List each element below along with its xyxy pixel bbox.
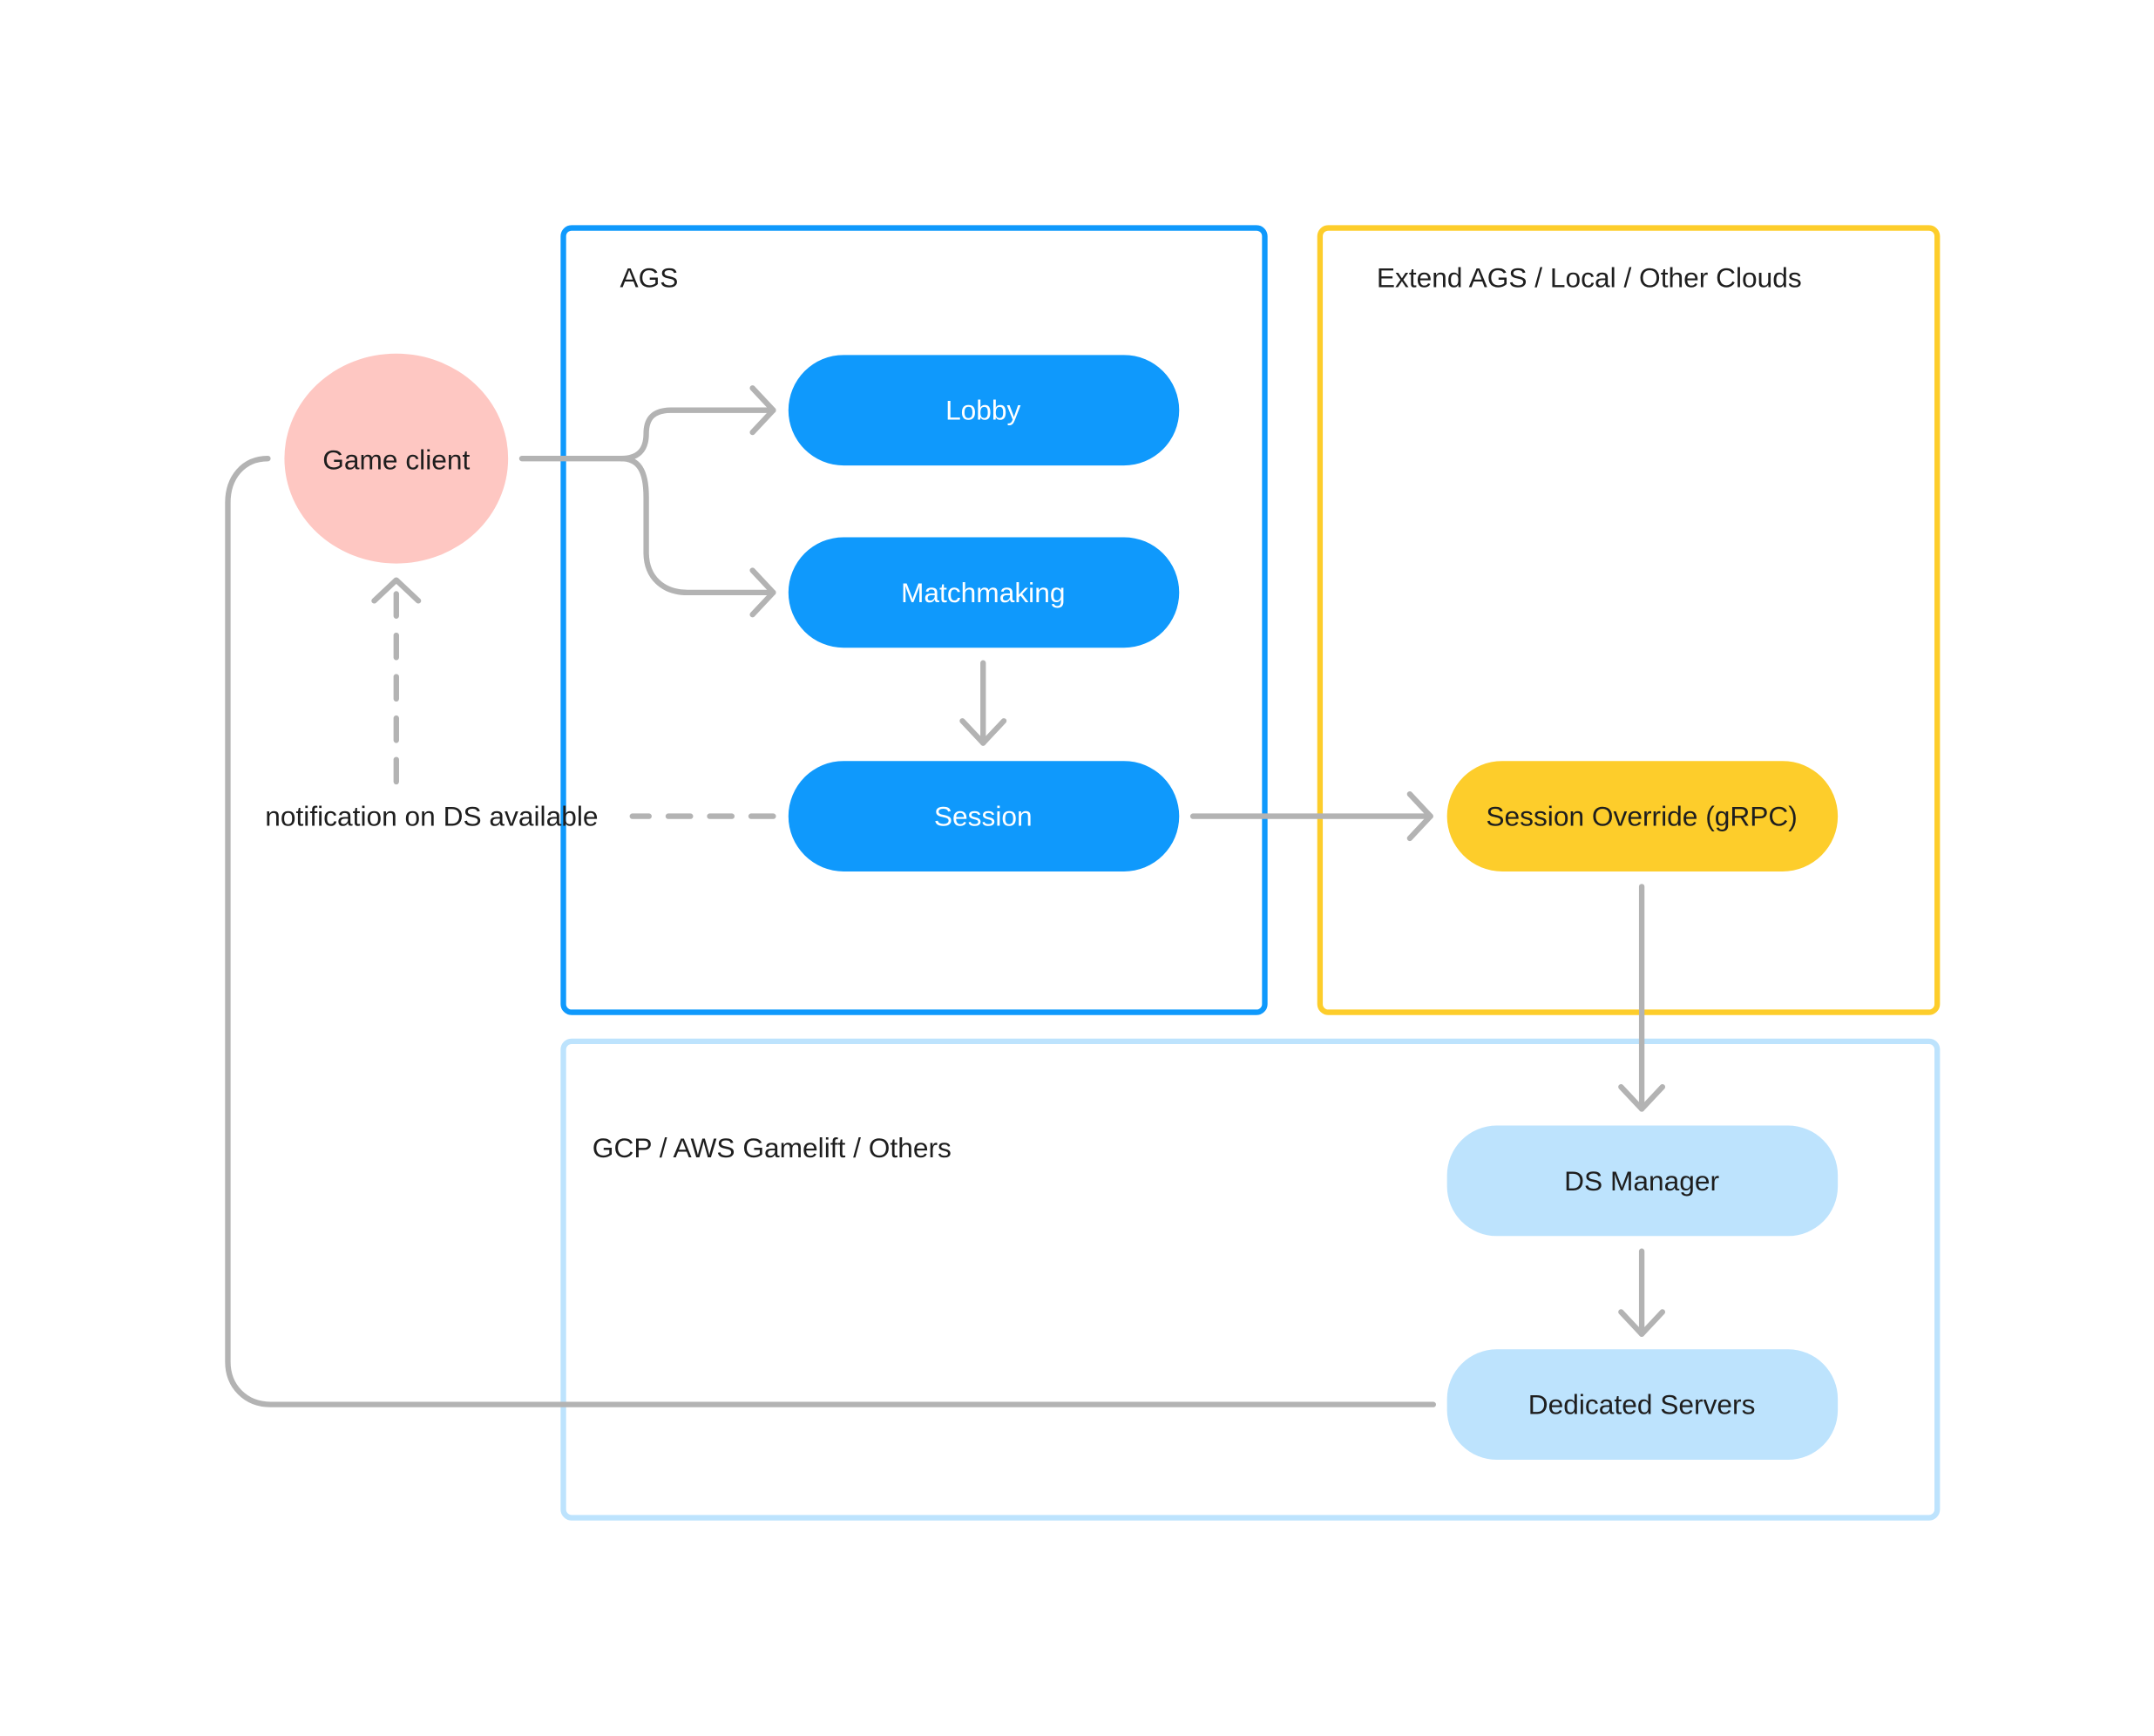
node-session[interactable]: Session — [788, 761, 1180, 871]
group-extend — [1317, 225, 1941, 1015]
session-label: Session — [934, 801, 1033, 832]
notification-label: notification on DS available — [265, 801, 598, 832]
matchmaking-label: Matchmaking — [901, 577, 1065, 608]
node-dedicated-servers[interactable]: Dedicated Servers — [1446, 1349, 1839, 1461]
node-ds-manager[interactable]: DS Manager — [1446, 1125, 1839, 1237]
dedicated-servers-label: Dedicated Servers — [1528, 1389, 1756, 1421]
edge-client-to-lobby — [518, 407, 776, 462]
node-session-override[interactable]: Session Override (gRPC) — [1446, 761, 1839, 871]
ds-manager-label: DS Manager — [1564, 1165, 1719, 1197]
node-lobby[interactable]: Lobby — [788, 355, 1180, 466]
architecture-diagram: AGS Extend AGS / Local / Other Clouds GC… — [225, 225, 1941, 1521]
group-cloud-label: GCP / AWS Gamelift / Others — [593, 1132, 952, 1163]
node-matchmaking[interactable]: Matchmaking — [788, 537, 1180, 648]
edge-client-to-matchmaking — [618, 455, 776, 596]
session-override-label: Session Override (gRPC) — [1486, 801, 1797, 832]
node-game-client[interactable]: Game client — [284, 353, 509, 564]
group-ags-label: AGS — [620, 262, 678, 294]
game-client-label: Game client — [322, 444, 470, 476]
group-extend-label: Extend AGS / Local / Other Clouds — [1377, 262, 1802, 294]
lobby-label: Lobby — [945, 395, 1020, 426]
